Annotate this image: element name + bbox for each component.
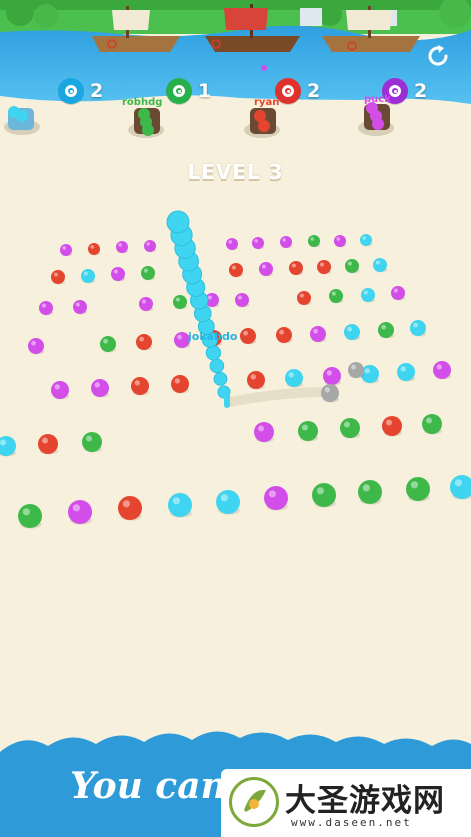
restart-icon[interactable]	[424, 42, 452, 70]
watermark-site-name: 大圣游戏网	[285, 783, 445, 819]
player-snake[interactable]	[0, 0, 471, 837]
level-label: LEVEL 3	[187, 160, 284, 184]
player-name: jokabdo	[188, 330, 238, 343]
score-value: 2	[414, 80, 428, 102]
target-icon	[58, 78, 84, 104]
cannon-name-green: robhdg	[122, 97, 163, 108]
game-stage: 2 1 2 2 robhdg ryan puck LEVEL 3 jokabdo…	[0, 0, 471, 837]
score-green: 1	[166, 77, 211, 105]
cannon-name-purple: puck	[364, 94, 391, 105]
target-icon	[166, 78, 192, 104]
score-cyan: 2	[58, 77, 103, 105]
watermark-url: www.daseen.net	[291, 816, 412, 829]
snake-segment	[213, 372, 228, 386]
score-value: 2	[90, 80, 104, 102]
watermark-logo	[229, 777, 279, 827]
watermark: 大圣游戏网 www.daseen.net	[221, 769, 471, 837]
score-red: 2	[275, 77, 320, 105]
snake-segment	[166, 210, 190, 234]
score-value: 2	[307, 80, 321, 102]
score-value: 1	[198, 80, 212, 102]
snake-tail	[224, 390, 230, 408]
snake-segment	[205, 345, 222, 361]
cannon-name-red: ryan	[254, 97, 280, 108]
snake-segment	[209, 358, 225, 374]
